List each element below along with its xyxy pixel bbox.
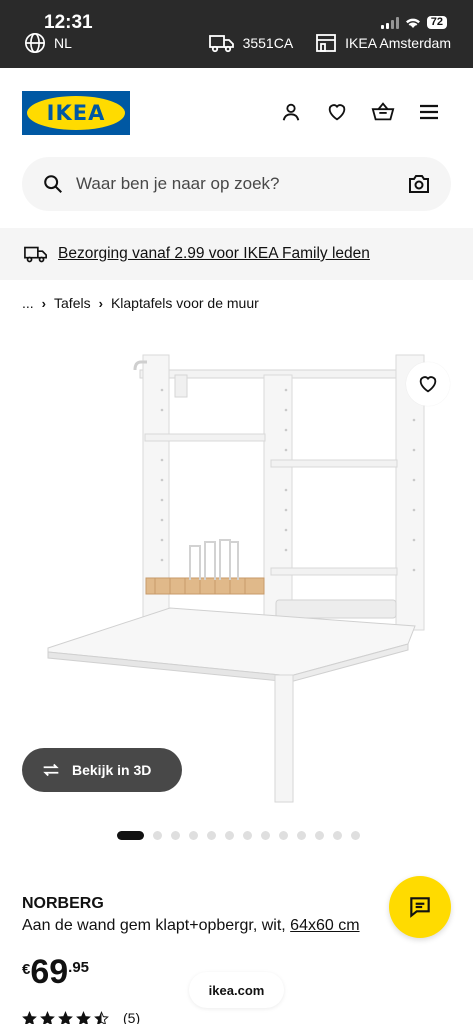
system-indicators: 72 — [380, 16, 447, 29]
carousel-dot[interactable] — [351, 831, 360, 840]
truck-icon — [208, 35, 234, 53]
view-3d-button[interactable]: Bekijk in 3D — [22, 748, 182, 792]
star-icon — [94, 1010, 109, 1024]
postcode-label: 3551CA — [242, 35, 294, 51]
carousel-dot[interactable] — [153, 831, 162, 840]
chat-icon — [410, 897, 430, 918]
star-icon — [40, 1010, 55, 1024]
view-3d-label: Bekijk in 3D — [72, 762, 152, 778]
price-integer: 69 — [30, 953, 69, 991]
battery-indicator: 72 — [426, 16, 447, 29]
carousel-dot[interactable] — [243, 831, 252, 840]
store-selector[interactable]: IKEA Amsterdam — [315, 33, 451, 53]
delivery-promo-link[interactable]: Bezorging vanaf 2.99 voor IKEA Family le… — [58, 245, 370, 263]
carousel-dot[interactable] — [279, 831, 288, 840]
carousel-dot[interactable] — [315, 831, 324, 840]
product-price: € 69 .95 — [22, 955, 89, 989]
store-label: IKEA Amsterdam — [345, 35, 451, 51]
star-icon — [22, 1010, 37, 1024]
truck-icon — [24, 246, 47, 263]
breadcrumb: ... › Tafels › Klaptafels voor de muur — [22, 295, 259, 311]
region-selector[interactable]: NL — [24, 32, 209, 54]
product-image[interactable] — [0, 330, 473, 820]
carousel-dot[interactable] — [117, 831, 144, 840]
search-input[interactable] — [76, 174, 407, 194]
rating-stars — [22, 1010, 109, 1024]
store-icon — [316, 34, 337, 52]
product-description-text: Aan de wand gem klapt+opbergr, wit, — [22, 917, 291, 934]
menu-icon[interactable] — [417, 100, 441, 124]
product-name: NORBERG — [22, 895, 104, 912]
carousel-dot[interactable] — [171, 831, 180, 840]
price-decimal: .95 — [68, 959, 90, 976]
camera-icon[interactable] — [407, 172, 431, 196]
search-icon — [44, 175, 62, 193]
postcode-selector[interactable]: 3551CA — [208, 33, 294, 53]
search-bar — [22, 157, 451, 211]
product-dimensions-link[interactable]: 64x60 cm — [290, 917, 359, 934]
review-count: (5) — [123, 1010, 141, 1024]
browser-url-pill[interactable]: ikea.com — [189, 972, 284, 1008]
chat-button[interactable] — [389, 876, 451, 938]
price-currency: € — [22, 961, 31, 978]
breadcrumb-item-klaptafels[interactable]: Klaptafels voor de muur — [111, 295, 259, 311]
delivery-promo-banner: Bezorging vanaf 2.99 voor IKEA Family le… — [0, 228, 473, 280]
user-icon[interactable] — [279, 100, 303, 124]
image-carousel-indicator — [117, 831, 360, 840]
heart-icon — [419, 376, 437, 393]
carousel-dot[interactable] — [207, 831, 216, 840]
add-to-favourites-button[interactable] — [406, 362, 450, 406]
breadcrumb-ellipsis[interactable]: ... — [22, 295, 34, 311]
site-header: IKEA — [0, 68, 473, 158]
status-bar: 12:31 72 NL 3551CA IKEA Amsterdam — [0, 0, 473, 68]
logo-text: IKEA — [46, 101, 106, 125]
chevron-right-icon: › — [98, 295, 103, 311]
basket-icon[interactable] — [371, 100, 395, 124]
ikea-logo[interactable]: IKEA — [22, 91, 130, 135]
heart-icon[interactable] — [325, 100, 349, 124]
rotate-3d-icon — [43, 763, 59, 777]
breadcrumb-item-tafels[interactable]: Tafels — [54, 295, 91, 311]
globe-icon — [25, 33, 45, 53]
star-icon — [58, 1010, 73, 1024]
shelf-unit-drawing — [47, 354, 425, 803]
carousel-dot[interactable] — [297, 831, 306, 840]
carousel-dot[interactable] — [225, 831, 234, 840]
carousel-dot[interactable] — [261, 831, 270, 840]
region-label: NL — [54, 35, 72, 51]
chevron-right-icon: › — [41, 295, 47, 311]
carousel-dot[interactable] — [333, 831, 342, 840]
wifi-icon — [405, 18, 420, 28]
star-icon — [76, 1010, 91, 1024]
product-rating[interactable]: (5) — [22, 1010, 140, 1024]
carousel-dot[interactable] — [189, 831, 198, 840]
signal-icon — [380, 16, 399, 29]
